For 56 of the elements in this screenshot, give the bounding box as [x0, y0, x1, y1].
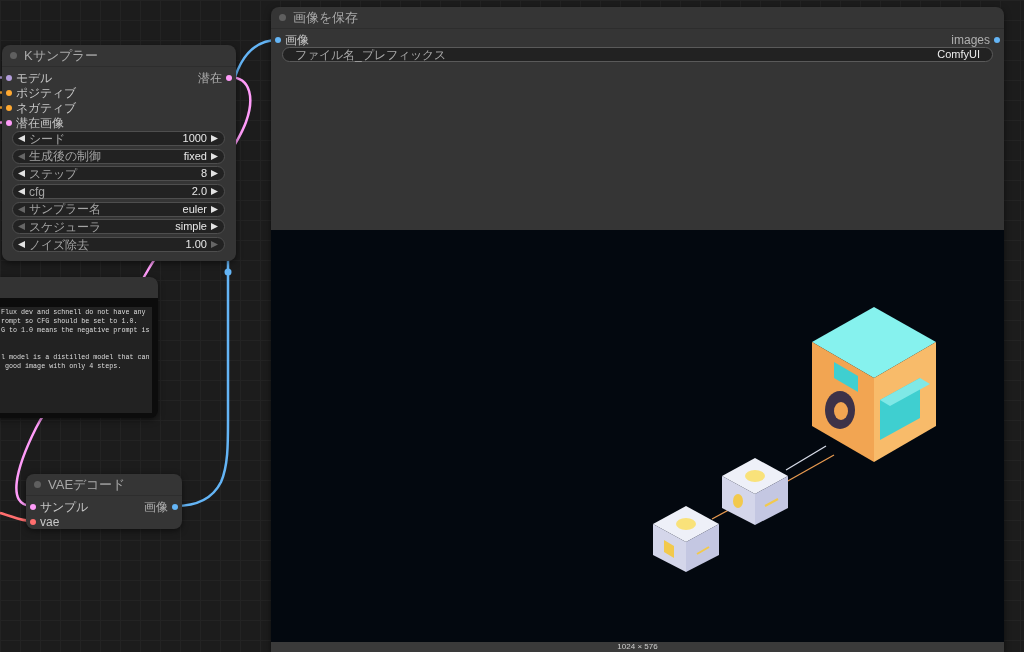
right-arrow-icon[interactable]	[211, 170, 218, 178]
link-wire	[0, 106, 3, 109]
widget-field[interactable]: ステップ 8	[12, 166, 225, 182]
right-arrow-icon[interactable]	[211, 135, 218, 142]
widget-field[interactable]: ノイズ除去 1.00	[12, 237, 225, 253]
text-widget-field[interactable]: ファイル名_プレフィックス ComfyUI	[282, 47, 993, 62]
widget-value: euler	[182, 203, 207, 215]
widget-label: ファイル名_プレフィックス	[295, 48, 446, 61]
output-label: 画像	[144, 500, 168, 513]
widget-label: シード	[29, 132, 65, 145]
widget-field[interactable]: cfg 2.0	[12, 184, 225, 200]
node-title: Kサンプラー	[24, 49, 98, 62]
node-title: VAEデコード	[48, 478, 126, 491]
widget-field[interactable]: 生成後の制御 fixed	[12, 148, 225, 164]
left-arrow-icon[interactable]	[18, 170, 25, 178]
widget-value: 1.00	[185, 239, 207, 251]
input-label: サンプル	[40, 500, 88, 513]
input-label: モデル	[16, 71, 52, 84]
output-label: images	[951, 33, 990, 46]
widget-label: cfg	[29, 185, 45, 198]
link-midpoint-icon[interactable]	[224, 268, 232, 276]
widget-label: ステップ	[29, 167, 77, 180]
widget-value: ComfyUI	[937, 49, 980, 60]
right-arrow-icon[interactable]	[211, 205, 218, 213]
link-wire	[0, 91, 3, 94]
widget-value: 8	[200, 168, 207, 180]
widget-label: ノイズ除去	[29, 238, 89, 251]
node-title: 画像を保存	[293, 11, 358, 24]
widget-field[interactable]: サンプラー名 euler	[12, 201, 225, 217]
node-card[interactable]: 画像を保存 画像 images ファイル名_プレフィックス ComfyUI 1024 × 576	[271, 7, 1004, 652]
right-arrow-icon[interactable]	[211, 152, 218, 160]
right-arrow-icon[interactable]	[211, 188, 218, 196]
widget-value: simple	[175, 221, 207, 233]
widget-label: 生成後の制御	[29, 150, 101, 163]
link-wire	[0, 121, 3, 124]
input-label: 潜在画像	[16, 116, 64, 129]
widget-label: スケジューラ	[29, 220, 101, 233]
widget-value: fixed	[183, 150, 207, 162]
input-label: ポジティブ	[16, 86, 76, 99]
widget-field[interactable]: シード 1000	[12, 131, 225, 146]
left-arrow-icon[interactable]	[18, 135, 25, 142]
input-label: ネガティブ	[16, 101, 76, 114]
widget-label: サンプラー名	[29, 203, 101, 216]
left-arrow-icon[interactable]	[18, 241, 25, 249]
output-label: 潜在	[198, 71, 222, 84]
link-wire	[0, 76, 3, 79]
node-card[interactable]: VAEデコード サンプル 画像 vae	[26, 474, 182, 529]
input-label: vae	[40, 515, 60, 528]
input-label: 画像	[285, 33, 309, 46]
widget-value: 1000	[182, 133, 207, 144]
widget-field[interactable]: スケジューラ simple	[12, 219, 225, 235]
image-size-label: 1024 × 576	[617, 643, 658, 651]
node-card[interactable]: Kサンプラー モデル 潜在 ポジティブ ネガティブ 潜在画像 シード 1000 生成後の制御 fixed ステップ 8 cfg 2.0 サンプラー名 euler スケジューラ simple ノイズ除去 1.00	[2, 45, 236, 262]
right-arrow-icon[interactable]	[211, 223, 218, 231]
widget-value: 2.0	[191, 186, 207, 198]
left-arrow-icon[interactable]	[18, 188, 25, 196]
